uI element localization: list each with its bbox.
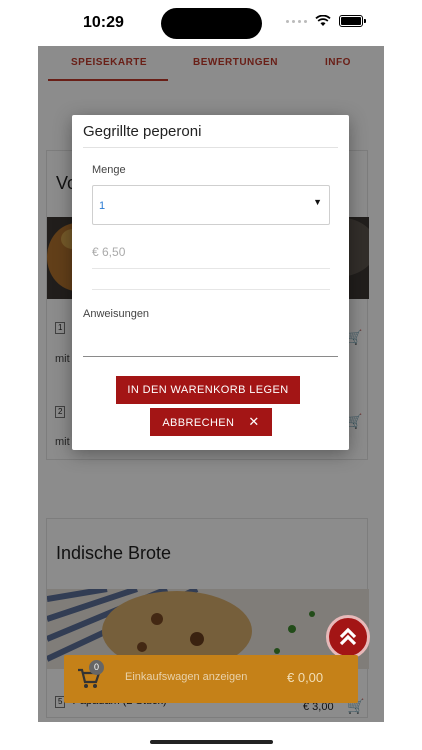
- view-cart-label: Einkaufswagen anzeigen: [125, 671, 248, 683]
- home-indicator: [150, 740, 273, 744]
- quantity-select[interactable]: 1 ▼: [92, 185, 330, 225]
- double-chevron-up-icon: [339, 627, 357, 646]
- cart-count-badge: 0: [89, 660, 104, 675]
- add-item-dialog: Gegrillte peperoni Menge 1 ▼ € 6,50 Anwe…: [72, 115, 349, 450]
- view-cart-bar[interactable]: 0 Einkaufswagen anzeigen € 0,00: [64, 655, 358, 703]
- quantity-value: 1: [99, 200, 106, 212]
- divider: [92, 268, 330, 269]
- divider: [92, 289, 330, 290]
- cart-total: € 0,00: [287, 670, 324, 685]
- instructions-label: Anweisungen: [83, 308, 150, 320]
- battery-icon: [339, 15, 366, 27]
- cancel-label: ABBRECHEN: [162, 417, 235, 429]
- status-icons: [286, 15, 366, 27]
- scroll-to-top-button[interactable]: [326, 615, 370, 659]
- signal-icon: [286, 19, 307, 23]
- add-to-cart-button[interactable]: IN DEN WARENKORB LEGEN: [116, 376, 300, 404]
- instructions-input[interactable]: [83, 356, 338, 357]
- cancel-button[interactable]: ABBRECHEN ✕: [150, 408, 272, 436]
- status-bar: 10:29: [0, 0, 422, 46]
- wifi-icon: [315, 15, 331, 26]
- quantity-label: Menge: [92, 164, 126, 176]
- close-icon: ✕: [248, 414, 260, 429]
- status-time: 10:29: [83, 14, 124, 31]
- caret-down-icon: ▼: [313, 197, 322, 207]
- item-price: € 6,50: [92, 245, 126, 259]
- dynamic-island: [161, 8, 262, 39]
- divider: [83, 147, 338, 148]
- dialog-title: Gegrillte peperoni: [83, 123, 202, 140]
